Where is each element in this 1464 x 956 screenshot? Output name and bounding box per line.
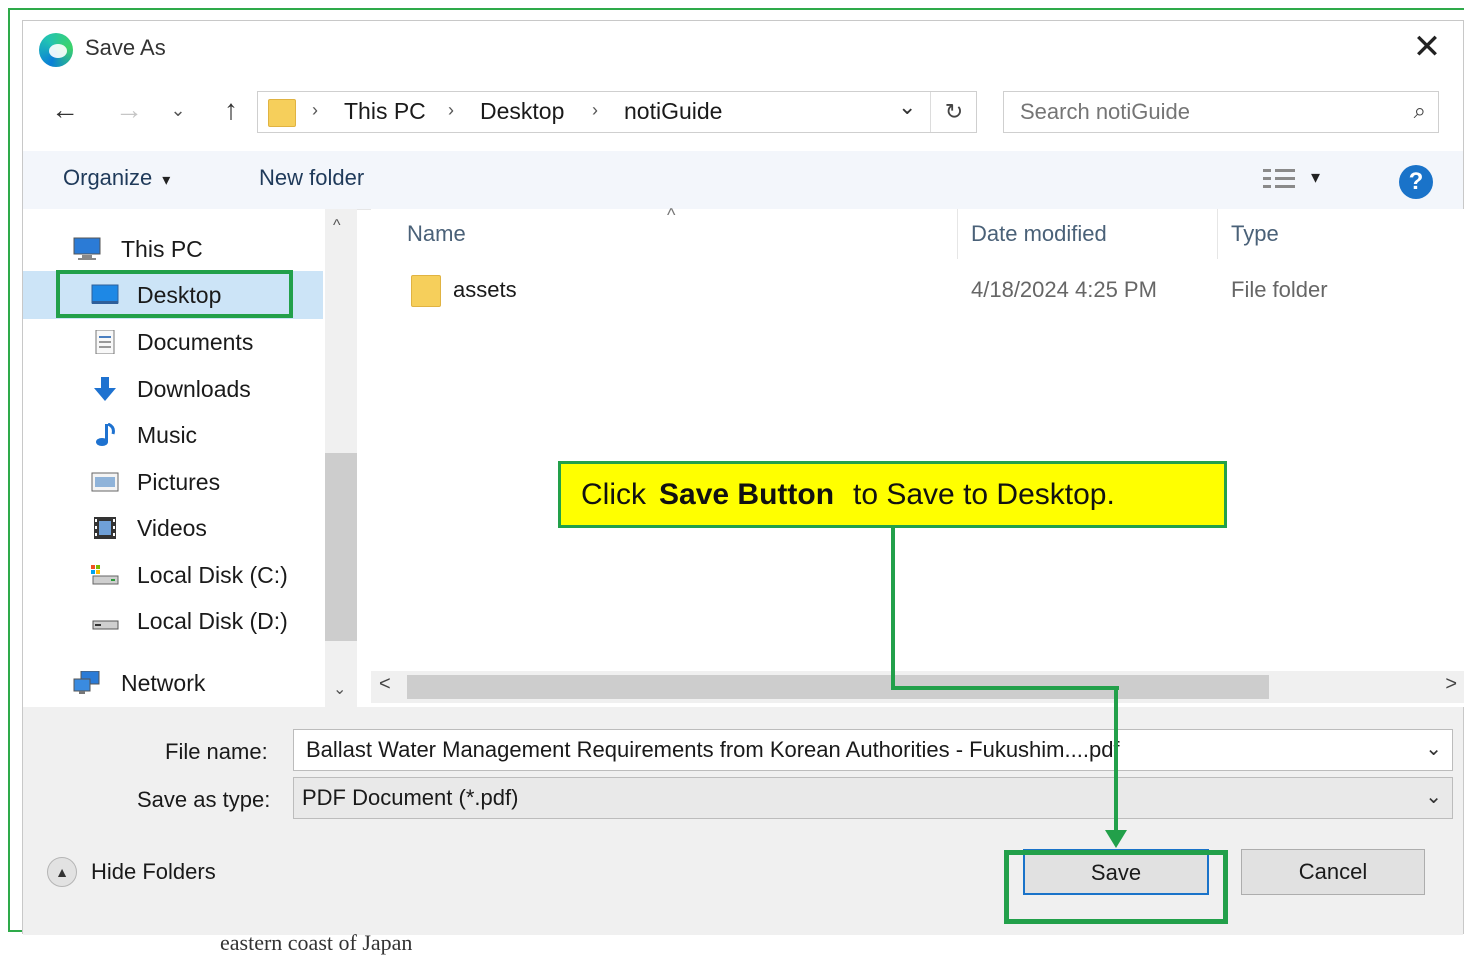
file-type: File folder <box>1231 277 1328 302</box>
scroll-up-icon[interactable]: ^ <box>333 217 341 235</box>
music-icon <box>96 423 115 446</box>
callout-bold: Save Button <box>659 478 835 511</box>
organize-label: Organize <box>63 165 153 190</box>
dialog-title: Save As <box>85 35 166 60</box>
close-icon[interactable]: ✕ <box>1407 27 1447 67</box>
search-input[interactable] <box>1018 98 1382 126</box>
file-name-field[interactable]: Ballast Water Management Requirements fr… <box>293 729 1453 771</box>
view-caret-icon[interactable]: ▾ <box>1311 167 1320 188</box>
folder-icon <box>268 99 296 127</box>
breadcrumb-separator: › <box>312 100 318 120</box>
forward-arrow-icon[interactable]: → <box>109 87 149 133</box>
back-arrow-icon[interactable]: ← <box>45 87 85 133</box>
recent-locations-icon[interactable]: ⌄ <box>163 87 193 133</box>
breadcrumb-notiguide[interactable]: notiGuide <box>624 98 722 125</box>
network-icon <box>73 671 100 694</box>
navigation-pane-scrollbar[interactable]: ^ ⌄ <box>325 209 357 707</box>
breadcrumb-desktop[interactable]: Desktop <box>480 98 564 125</box>
leader-line <box>891 686 1119 690</box>
chevron-down-icon[interactable]: ⌄ <box>1425 784 1442 809</box>
refresh-icon[interactable]: ↻ <box>930 92 977 132</box>
scroll-right-icon[interactable]: > <box>1445 673 1457 696</box>
sort-ascending-icon: ^ <box>667 205 676 225</box>
computer-icon <box>73 237 101 260</box>
downloads-icon <box>94 377 116 401</box>
breadcrumb-separator: › <box>448 100 454 120</box>
leader-line <box>1114 686 1118 834</box>
column-header-name[interactable]: Name <box>407 221 466 247</box>
command-toolbar: Organize ▾ New folder ▾ ? <box>23 151 1463 210</box>
desktop-highlight-box <box>56 270 293 318</box>
breadcrumb-this-pc[interactable]: This PC <box>344 98 426 125</box>
save-as-type-select[interactable]: PDF Document (*.pdf) ⌄ <box>293 777 1453 819</box>
file-date-modified: 4/18/2024 4:25 PM <box>971 277 1157 302</box>
pictures-icon <box>91 472 119 492</box>
scroll-thumb[interactable] <box>407 675 1269 699</box>
column-divider <box>1217 209 1218 259</box>
videos-icon <box>94 517 116 539</box>
chevron-down-icon[interactable]: ⌄ <box>1425 736 1442 761</box>
documents-icon <box>95 330 115 354</box>
new-folder-button[interactable]: New folder <box>259 165 364 191</box>
instruction-callout: Click Save Button to Save to Desktop. <box>558 461 1227 528</box>
column-header-date-modified[interactable]: Date modified <box>971 221 1107 247</box>
help-icon[interactable]: ? <box>1399 165 1433 199</box>
save-highlight-box <box>1004 850 1228 924</box>
drive-c-icon <box>91 565 119 585</box>
up-folder-icon[interactable]: ↑ <box>211 87 251 133</box>
callout-suffix: to Save to Desktop. <box>853 478 1115 511</box>
view-options-icon[interactable] <box>1263 167 1297 191</box>
column-divider <box>957 209 958 259</box>
scroll-left-icon[interactable]: < <box>379 673 391 696</box>
leader-line <box>891 528 895 690</box>
background-document-text: eastern coast of Japan <box>220 930 413 955</box>
edge-browser-icon <box>39 33 73 67</box>
address-dropdown-icon[interactable]: ⌄ <box>898 94 916 120</box>
collapse-icon: ▲ <box>47 857 77 887</box>
title-bar: Save As ✕ <box>23 21 1463 77</box>
drive-d-icon <box>92 620 119 630</box>
scroll-thumb[interactable] <box>325 453 357 641</box>
callout-prefix: Click <box>581 478 646 511</box>
scroll-down-icon[interactable]: ⌄ <box>333 679 346 699</box>
save-as-type-label: Save as type: <box>137 787 271 812</box>
file-name: assets <box>453 277 517 302</box>
file-name-label: File name: <box>165 739 268 764</box>
navigation-bar: ← → ⌄ ↑ › This PC › Desktop › notiGuide … <box>23 87 1463 137</box>
file-name-value: Ballast Water Management Requirements fr… <box>306 737 1120 762</box>
address-bar[interactable]: › This PC › Desktop › notiGuide ⌄ ↻ <box>257 91 977 133</box>
folder-icon <box>411 275 441 307</box>
cancel-button[interactable]: Cancel <box>1241 849 1425 895</box>
organize-menu[interactable]: Organize ▾ <box>63 165 170 191</box>
search-icon[interactable]: ⌕ <box>1414 98 1426 124</box>
file-list: ^ Name Date modified Type assets 4/18/20… <box>371 205 1464 707</box>
caret-down-icon: ▾ <box>162 172 171 189</box>
save-as-type-value: PDF Document (*.pdf) <box>302 785 519 810</box>
column-header-type[interactable]: Type <box>1231 221 1279 247</box>
leader-arrowhead <box>1105 830 1127 848</box>
save-options-panel: File name: Ballast Water Management Requ… <box>23 707 1463 935</box>
search-box[interactable]: ⌕ <box>1003 91 1439 133</box>
breadcrumb-separator: › <box>592 100 598 120</box>
